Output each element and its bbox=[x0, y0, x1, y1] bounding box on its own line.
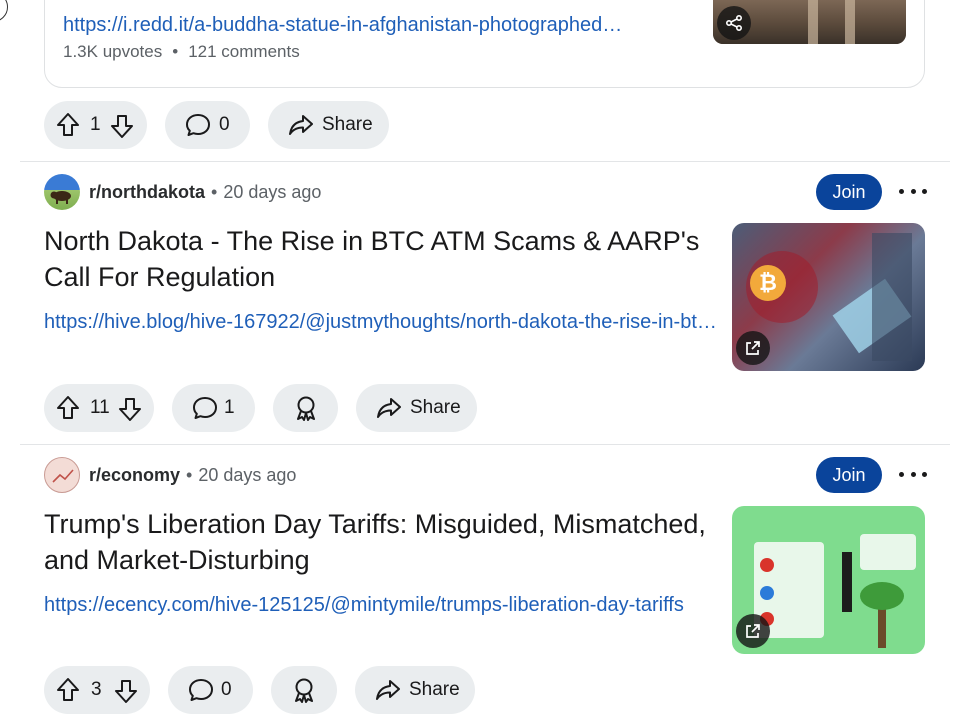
post-time: 20 days ago bbox=[223, 182, 322, 202]
comment-icon bbox=[192, 396, 218, 425]
subreddit-name[interactable]: r/economy bbox=[89, 465, 180, 485]
comments-button[interactable]: 1 bbox=[172, 384, 255, 432]
downvote-icon[interactable] bbox=[118, 396, 142, 427]
embedded-post-thumbnail[interactable] bbox=[713, 0, 906, 44]
join-button[interactable]: Join bbox=[816, 174, 882, 210]
vote-count: 1 bbox=[90, 114, 101, 135]
post-title[interactable]: Trump's Liberation Day Tariffs: Misguide… bbox=[44, 506, 724, 578]
comments-count: 1 bbox=[224, 397, 235, 418]
meta-separator: • bbox=[172, 42, 179, 61]
partial-circle-icon bbox=[0, 0, 8, 22]
embedded-post-meta: 1.3K upvotes • 121 comments bbox=[63, 42, 300, 62]
bitcoin-icon: ₿ bbox=[750, 265, 786, 301]
comments-button[interactable]: 0 bbox=[168, 666, 253, 714]
post-divider bbox=[20, 161, 950, 162]
award-icon bbox=[291, 677, 317, 708]
comment-icon bbox=[188, 678, 214, 707]
vote-pill: 11 bbox=[44, 384, 154, 432]
more-icon[interactable] bbox=[899, 469, 927, 479]
post-thumbnail[interactable]: ₿ bbox=[732, 223, 925, 371]
downvote-icon[interactable] bbox=[110, 113, 134, 144]
upvote-icon[interactable] bbox=[56, 112, 80, 143]
upvote-count: 1.3K upvotes bbox=[63, 42, 163, 61]
more-icon[interactable] bbox=[899, 186, 927, 196]
crosspost-icon[interactable] bbox=[717, 6, 751, 40]
share-label: Share bbox=[409, 679, 460, 700]
vote-pill: 3 bbox=[44, 666, 150, 714]
meta-separator: • bbox=[211, 182, 218, 202]
post-link[interactable]: https://hive.blog/hive-167922/@justmytho… bbox=[44, 311, 720, 334]
subreddit-name[interactable]: r/northdakota bbox=[89, 182, 205, 202]
upvote-icon[interactable] bbox=[56, 677, 80, 708]
share-icon bbox=[376, 396, 402, 425]
subreddit-avatar[interactable] bbox=[44, 457, 80, 493]
share-label: Share bbox=[410, 397, 461, 418]
comments-count: 0 bbox=[221, 679, 232, 700]
vote-pill: 1 bbox=[44, 101, 147, 149]
subreddit-meta: r/economy • 20 days ago bbox=[89, 465, 296, 486]
comment-icon bbox=[185, 113, 211, 142]
comment-count: 121 comments bbox=[188, 42, 300, 61]
award-button[interactable] bbox=[273, 384, 338, 432]
join-button[interactable]: Join bbox=[816, 457, 882, 493]
share-icon bbox=[375, 678, 401, 707]
share-label: Share bbox=[322, 114, 373, 135]
post-time: 20 days ago bbox=[198, 465, 297, 485]
award-icon bbox=[293, 395, 319, 426]
share-button[interactable]: Share bbox=[268, 101, 389, 149]
external-link-icon[interactable] bbox=[736, 614, 770, 648]
share-button[interactable]: Share bbox=[355, 666, 475, 714]
vote-count: 3 bbox=[91, 679, 102, 700]
award-button[interactable] bbox=[271, 666, 337, 714]
meta-separator: • bbox=[186, 465, 193, 485]
comments-count: 0 bbox=[219, 114, 230, 135]
external-link-icon[interactable] bbox=[736, 331, 770, 365]
vote-count: 11 bbox=[90, 397, 110, 418]
downvote-icon[interactable] bbox=[114, 678, 138, 709]
subreddit-avatar[interactable] bbox=[44, 174, 80, 210]
subreddit-meta: r/northdakota • 20 days ago bbox=[89, 182, 321, 203]
upvote-icon[interactable] bbox=[56, 395, 80, 426]
post-title[interactable]: North Dakota - The Rise in BTC ATM Scams… bbox=[44, 223, 724, 295]
post-divider bbox=[20, 444, 950, 445]
share-icon bbox=[288, 113, 314, 142]
embedded-post-link[interactable]: https://i.redd.it/a-buddha-statue-in-afg… bbox=[63, 14, 622, 37]
post-link[interactable]: https://ecency.com/hive-125125/@mintymil… bbox=[44, 594, 722, 617]
share-button[interactable]: Share bbox=[356, 384, 477, 432]
comments-button[interactable]: 0 bbox=[165, 101, 250, 149]
post-thumbnail[interactable] bbox=[732, 506, 925, 654]
